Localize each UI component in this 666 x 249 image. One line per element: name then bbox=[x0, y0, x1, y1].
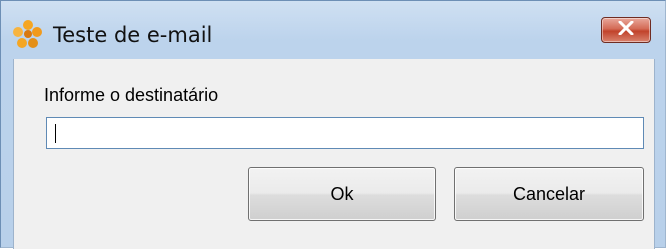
recipient-input[interactable] bbox=[46, 117, 644, 149]
dialog-body: Informe o destinatário Ok Cancelar bbox=[13, 59, 655, 249]
close-button[interactable] bbox=[601, 17, 651, 43]
title-bar[interactable]: Teste de e-mail bbox=[1, 1, 665, 59]
close-icon bbox=[618, 20, 634, 40]
recipient-label: Informe o destinatário bbox=[44, 85, 219, 105]
dialog-window: Teste de e-mail Informe o destinatário O… bbox=[0, 0, 666, 249]
cancel-button[interactable]: Cancelar bbox=[454, 167, 644, 221]
text-caret bbox=[55, 124, 56, 143]
ok-button[interactable]: Ok bbox=[248, 167, 436, 221]
window-title: Teste de e-mail bbox=[53, 23, 213, 47]
app-flower-icon bbox=[13, 19, 43, 49]
